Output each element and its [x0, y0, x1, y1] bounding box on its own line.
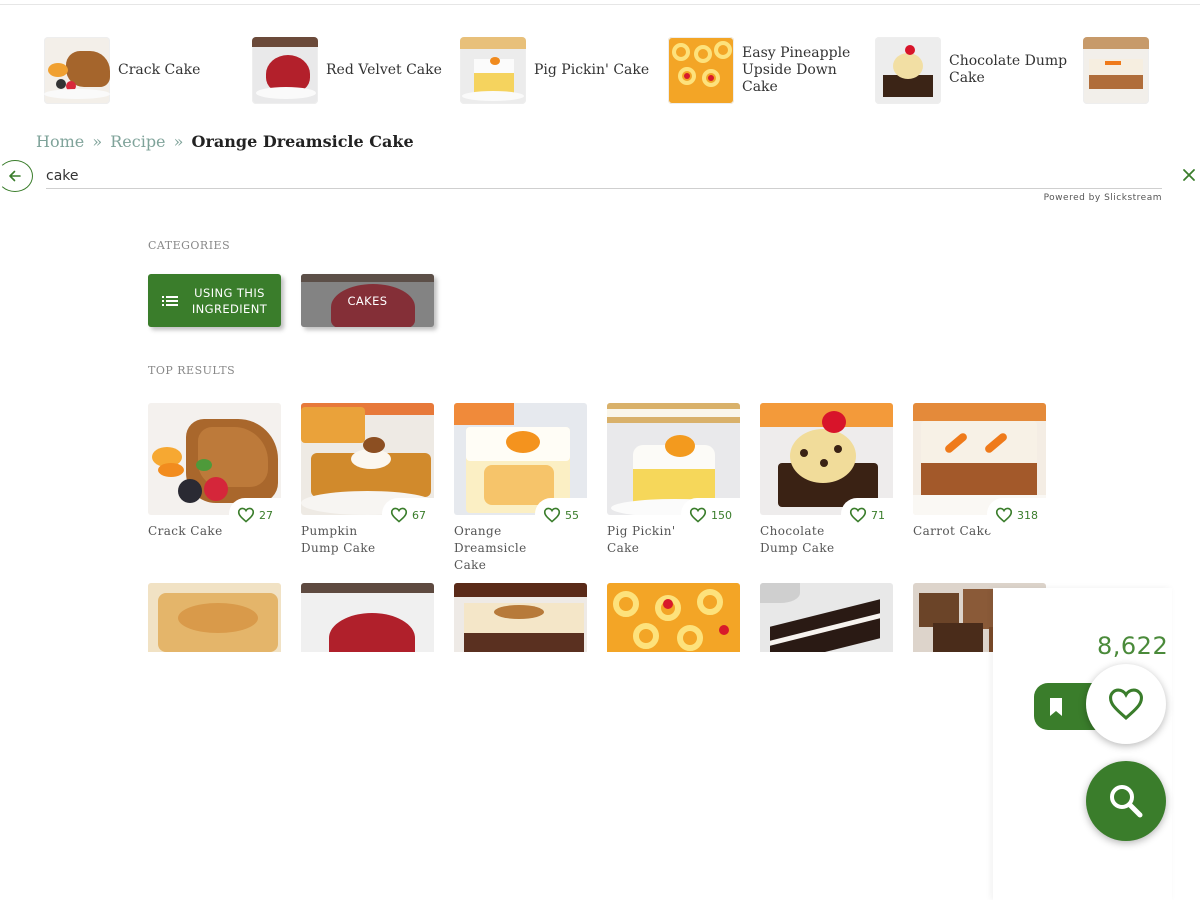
breadcrumb-current: Orange Dreamsicle Cake — [191, 132, 414, 151]
result-image[interactable] — [301, 583, 434, 652]
favorites-count: 8,622 — [1097, 632, 1169, 660]
result-title[interactable]: Pumpkin Dump Cake — [301, 523, 391, 557]
search-fab-button[interactable] — [1086, 761, 1166, 841]
category-chip-using-ingredient[interactable]: USING THIS INGREDIENT — [148, 274, 281, 327]
close-search-button[interactable] — [1180, 166, 1198, 184]
strip-item-red-velvet-cake[interactable]: Red Velvet Cake — [252, 36, 448, 104]
strip-thumb[interactable] — [44, 36, 110, 104]
strip-label[interactable]: Red Velvet Cake — [326, 62, 448, 79]
like-count: 67 — [412, 508, 426, 522]
like-count: 27 — [259, 508, 273, 522]
like-count: 318 — [1017, 508, 1038, 522]
categories-heading: CATEGORIES — [148, 239, 231, 252]
like-button[interactable]: 150 — [681, 498, 740, 532]
chip-label: CAKES — [347, 293, 388, 308]
result-card[interactable]: 55 Orange Dreamsicle Cake — [454, 403, 587, 574]
heart-outline-icon — [543, 507, 561, 523]
related-recipes-strip: Crack Cake Red Velvet Cake Pig Pickin' C… — [44, 36, 1152, 104]
result-image[interactable] — [454, 583, 587, 652]
like-count: 150 — [711, 508, 732, 522]
strip-label[interactable]: Chocolate Dump Cake — [949, 53, 1071, 87]
strip-thumb[interactable] — [460, 36, 526, 104]
result-card[interactable]: 318 Carrot Cake — [913, 403, 1046, 540]
search-icon — [1110, 785, 1143, 818]
strip-label[interactable]: Crack Cake — [118, 62, 240, 79]
strip-label[interactable]: Pig Pickin' Cake — [534, 62, 656, 79]
strip-item-carrot-cake[interactable] — [1083, 36, 1152, 104]
breadcrumb-separator: » — [92, 132, 103, 151]
heart-outline-icon — [237, 507, 255, 523]
close-icon — [1183, 169, 1195, 181]
result-image[interactable] — [148, 583, 281, 652]
result-title[interactable]: Crack Cake — [148, 523, 238, 540]
result-card[interactable]: 71 Chocolate Dump Cake — [760, 403, 893, 557]
chip-label: USING THIS INGREDIENT — [191, 285, 268, 316]
result-image[interactable] — [607, 583, 740, 652]
strip-item-pineapple-upside-down-cake[interactable]: Easy Pineapple Upside Down Cake — [668, 36, 864, 104]
like-count: 55 — [565, 508, 579, 522]
strip-thumb[interactable] — [668, 36, 734, 104]
powered-by-label[interactable]: Powered by Slickstream — [1044, 193, 1162, 203]
back-button[interactable] — [0, 160, 33, 192]
like-button[interactable]: 71 — [841, 498, 893, 532]
like-button[interactable]: 318 — [987, 498, 1046, 532]
like-button[interactable]: 67 — [382, 498, 434, 532]
heart-outline-icon — [689, 507, 707, 523]
bookmark-icon — [1050, 697, 1062, 716]
category-chip-cakes[interactable]: CAKES — [301, 274, 434, 327]
arrow-left-icon — [9, 170, 21, 182]
heart-outline-icon — [390, 507, 408, 523]
strip-item-pig-pickin-cake[interactable]: Pig Pickin' Cake — [460, 36, 656, 104]
strip-thumb[interactable] — [875, 36, 941, 104]
strip-thumb[interactable] — [1083, 36, 1149, 104]
like-count: 71 — [871, 508, 885, 522]
breadcrumb: Home » Recipe » Orange Dreamsicle Cake — [36, 132, 414, 151]
strip-label[interactable]: Easy Pineapple Upside Down Cake — [742, 45, 864, 96]
result-card[interactable]: 27 Crack Cake — [148, 403, 281, 540]
top-results-heading: TOP RESULTS — [148, 364, 236, 377]
search-input[interactable] — [46, 164, 1162, 189]
top-divider — [0, 4, 1200, 5]
result-title[interactable]: Orange Dreamsicle Cake — [454, 523, 544, 574]
favorite-button[interactable] — [1086, 664, 1166, 744]
breadcrumb-recipe-link[interactable]: Recipe — [110, 132, 165, 151]
strip-thumb[interactable] — [252, 36, 318, 104]
heart-outline-icon — [849, 507, 867, 523]
heart-outline-icon — [1108, 688, 1144, 720]
result-image[interactable] — [760, 583, 893, 652]
breadcrumb-home-link[interactable]: Home — [36, 132, 84, 151]
result-card[interactable]: 150 Pig Pickin' Cake — [607, 403, 740, 557]
result-card[interactable]: 67 Pumpkin Dump Cake — [301, 403, 434, 557]
result-title[interactable]: Chocolate Dump Cake — [760, 523, 850, 557]
breadcrumb-separator: » — [173, 132, 184, 151]
like-button[interactable]: 27 — [229, 498, 281, 532]
strip-item-crack-cake[interactable]: Crack Cake — [44, 36, 240, 104]
heart-outline-icon — [995, 507, 1013, 523]
strip-item-chocolate-dump-cake[interactable]: Chocolate Dump Cake — [875, 36, 1071, 104]
list-icon — [161, 295, 178, 306]
like-button[interactable]: 55 — [535, 498, 587, 532]
